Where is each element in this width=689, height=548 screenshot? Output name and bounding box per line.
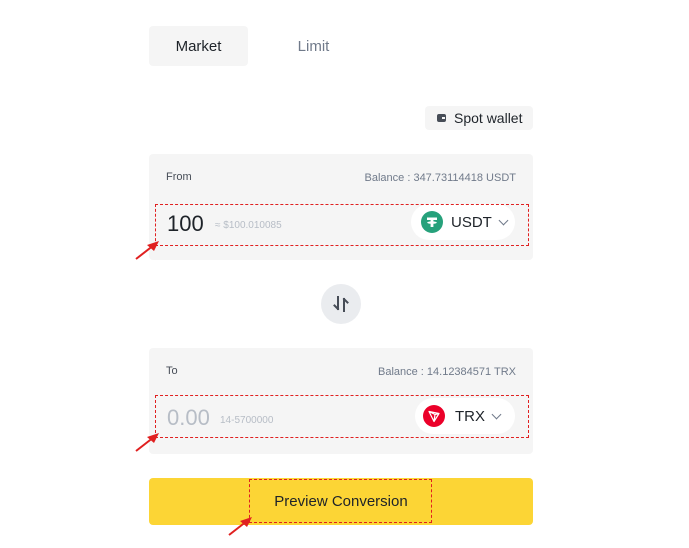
from-amount-input[interactable]: 100	[167, 212, 204, 236]
tab-market[interactable]: Market	[149, 26, 248, 66]
from-approx-value: ≈ $100.010085	[215, 220, 282, 231]
from-balance: Balance : 347.73114418 USDT	[364, 172, 516, 184]
chevron-down-icon	[491, 409, 502, 419]
from-coin-selector[interactable]: USDT	[411, 204, 515, 240]
from-coin-label: USDT	[451, 213, 492, 231]
to-balance: Balance : 14.12384571 TRX	[377, 366, 516, 378]
swap-button[interactable]	[321, 284, 361, 324]
to-panel: To Balance : 14.12384571 TRX 0.00 14-570…	[149, 348, 533, 454]
preview-conversion-button[interactable]: Preview Conversion	[149, 478, 533, 525]
to-amount-input[interactable]: 0.00	[167, 406, 210, 430]
to-coin-label: TRX	[455, 407, 485, 425]
usdt-icon	[421, 211, 443, 233]
spot-wallet-label: Spot wallet	[454, 110, 523, 126]
to-label: To	[166, 365, 178, 377]
wallet-icon	[437, 114, 446, 122]
trx-icon	[423, 405, 445, 427]
tab-limit[interactable]: Limit	[264, 26, 363, 66]
swap-arrows-icon	[333, 296, 349, 312]
from-label: From	[166, 171, 192, 183]
from-panel: From Balance : 347.73114418 USDT 100 ≈ $…	[149, 154, 533, 260]
to-coin-selector[interactable]: TRX	[415, 398, 515, 434]
spot-wallet-button[interactable]: Spot wallet	[425, 106, 533, 130]
to-range: 14-5700000	[220, 415, 274, 426]
chevron-down-icon	[498, 215, 509, 225]
